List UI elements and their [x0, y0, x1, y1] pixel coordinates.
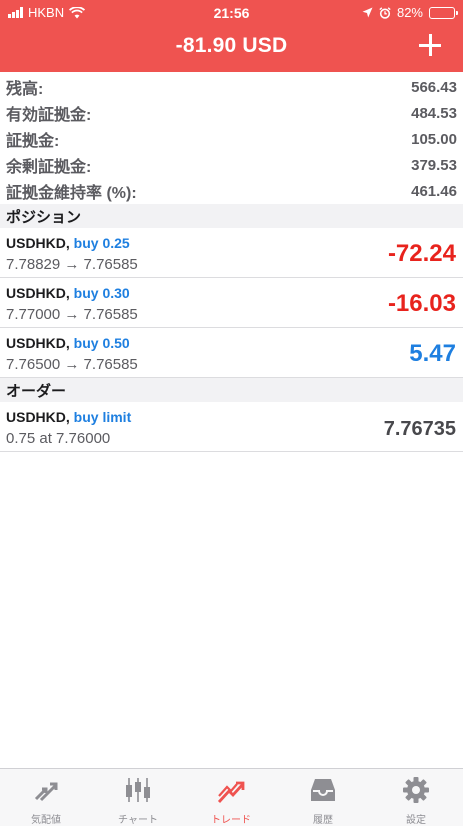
position-symbol: USDHKD, buy 0.25 — [6, 235, 130, 251]
page-title: -81.90 USD — [175, 34, 288, 57]
symbol-name: USDHKD, — [6, 285, 70, 301]
position-side: buy 0.50 — [73, 335, 130, 351]
summary-row-margin-level: 証拠金維持率 (%): 461.46 — [0, 178, 463, 204]
balance-value: 566.43 — [411, 78, 457, 96]
summary-row-free-margin: 余剰証拠金: 379.53 — [0, 152, 463, 178]
margin-label: 証拠金: — [6, 133, 60, 150]
tab-label: 設定 — [406, 815, 426, 826]
symbol-name: USDHKD, — [6, 335, 70, 351]
tab-label: 気配値 — [31, 815, 61, 826]
balance-label: 残高: — [6, 81, 44, 98]
symbol-name: USDHKD, — [6, 235, 70, 251]
free-margin-label: 余剰証拠金: — [6, 159, 92, 176]
position-symbol: USDHKD, buy 0.30 — [6, 285, 130, 301]
position-row[interactable]: USDHKD, buy 0.50 7.76500 → 7.76585 5.47 — [0, 328, 463, 378]
bottom-tab-bar: 気配値 チャート トレード 履歴 設定 — [0, 768, 463, 826]
position-row[interactable]: USDHKD, buy 0.30 7.77000 → 7.76585 -16.0… — [0, 278, 463, 328]
order-type: buy limit — [73, 409, 132, 425]
status-bar: HKBN 21:56 82% — [0, 0, 463, 24]
position-prices: 7.77000 → 7.76585 — [6, 306, 138, 323]
order-row[interactable]: USDHKD, buy limit 0.75 at 7.76000 7.7673… — [0, 402, 463, 452]
gear-icon — [403, 777, 429, 803]
position-profit-loss: -72.24 — [387, 240, 456, 267]
summary-row-balance: 残高: 566.43 — [0, 74, 463, 100]
battery-icon — [429, 6, 458, 19]
location-arrow-icon — [362, 7, 373, 18]
free-margin-value: 379.53 — [411, 156, 457, 174]
account-summary: 残高: 566.43 有効証拠金: 484.53 証拠金: 105.00 余剰証… — [0, 74, 463, 452]
margin-level-value: 461.46 — [411, 182, 457, 200]
position-symbol: USDHKD, buy 0.50 — [6, 335, 130, 351]
position-profit-loss: -16.03 — [387, 290, 456, 317]
position-side: buy 0.30 — [73, 285, 130, 301]
tab-history[interactable]: 履歴 — [277, 769, 369, 826]
trade-trend-icon — [217, 781, 245, 803]
equity-label: 有効証拠金: — [6, 107, 92, 124]
battery-percent: 82% — [396, 5, 423, 20]
new-order-plus-icon[interactable] — [419, 34, 441, 56]
position-profit-loss: 5.47 — [409, 340, 456, 367]
tab-label: チャート — [118, 815, 158, 826]
summary-row-equity: 有効証拠金: 484.53 — [0, 100, 463, 126]
history-tray-icon — [311, 779, 335, 801]
top-bar: HKBN 21:56 82% -81.90 USD — [0, 0, 463, 72]
order-current-price: 7.76735 — [383, 418, 456, 440]
margin-value: 105.00 — [411, 130, 457, 148]
alarm-icon — [379, 6, 391, 19]
summary-row-margin: 証拠金: 105.00 — [0, 126, 463, 152]
margin-level-label: 証拠金維持率 (%): — [6, 185, 137, 202]
order-symbol: USDHKD, buy limit — [6, 409, 131, 425]
position-prices: 7.78829 → 7.76585 — [6, 256, 138, 273]
status-right: 82% — [362, 5, 458, 20]
position-row[interactable]: USDHKD, buy 0.25 7.78829 → 7.76585 -72.2… — [0, 228, 463, 278]
tab-trade[interactable]: トレード — [185, 769, 277, 826]
position-side: buy 0.25 — [73, 235, 130, 251]
orders-section-header: オーダー — [0, 378, 463, 402]
positions-section-header: ポジション — [0, 204, 463, 228]
tab-label: トレード — [211, 815, 251, 826]
tab-quotes[interactable]: 気配値 — [0, 769, 92, 826]
position-prices: 7.76500 → 7.76585 — [6, 356, 138, 373]
symbol-name: USDHKD, — [6, 409, 70, 425]
candlestick-chart-icon — [126, 778, 150, 802]
tab-settings[interactable]: 設定 — [370, 769, 462, 826]
tab-label: 履歴 — [313, 815, 333, 826]
quotes-arrows-icon — [34, 782, 58, 802]
equity-value: 484.53 — [411, 104, 457, 122]
tab-chart[interactable]: チャート — [92, 769, 184, 826]
order-volume-price: 0.75 at 7.76000 — [6, 430, 111, 447]
